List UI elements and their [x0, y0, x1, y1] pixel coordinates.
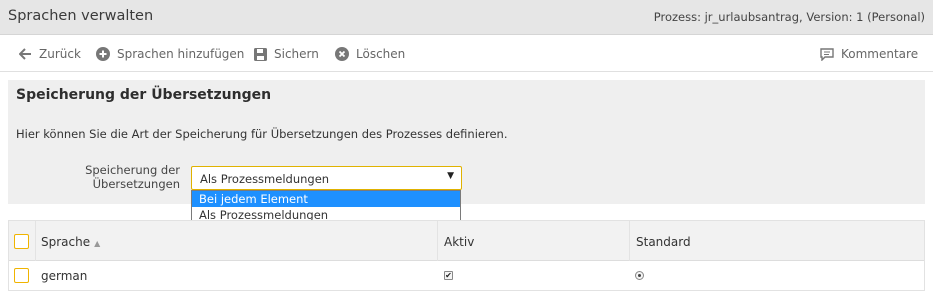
delete-button[interactable]: Löschen [335, 46, 405, 62]
row-language: german [41, 269, 88, 283]
comment-icon [820, 47, 834, 61]
option-bei-jedem-element[interactable]: Bei jedem Element [192, 191, 460, 207]
storage-field-label: Speicherung der Übersetzungen [78, 163, 180, 191]
languages-grid: Sprache ▲ Aktiv Standard german ✔ [8, 220, 925, 291]
floppy-disk-icon [253, 47, 267, 61]
column-active[interactable]: Aktiv [444, 235, 474, 249]
active-checkbox[interactable]: ✔ [444, 271, 453, 280]
page-title: Sprachen verwalten [8, 8, 154, 24]
save-button[interactable]: Sichern [253, 46, 319, 62]
row-checkbox[interactable] [14, 268, 29, 283]
add-languages-button[interactable]: Sprachen hinzufügen [96, 46, 244, 62]
arrow-left-icon [18, 47, 32, 61]
save-label: Sichern [274, 47, 319, 61]
comments-button[interactable]: Kommentare [820, 46, 918, 62]
column-language[interactable]: Sprache ▲ [41, 235, 100, 249]
column-language-label: Sprache [41, 235, 91, 249]
sort-asc-icon: ▲ [94, 239, 101, 248]
default-radio[interactable] [635, 271, 644, 280]
storage-select-value: Als Prozessmeldungen [200, 172, 330, 186]
toolbar: Zurück Sprachen hinzufügen Sichern Lösch… [0, 35, 933, 72]
translation-storage-panel: Speicherung der Übersetzungen Hier könne… [8, 80, 925, 204]
storage-select[interactable]: Als Prozessmeldungen ▼ [191, 166, 462, 190]
comments-label: Kommentare [841, 47, 919, 61]
title-bar: Sprachen verwalten Prozess: jr_urlaubsan… [0, 0, 933, 35]
add-languages-label: Sprachen hinzufügen [117, 47, 245, 61]
panel-description: Hier können Sie die Art der Speicherung … [16, 127, 508, 141]
storage-field-label-line2: Übersetzungen [92, 177, 180, 191]
delete-label: Löschen [356, 47, 406, 61]
back-label: Zurück [39, 47, 81, 61]
column-default[interactable]: Standard [636, 235, 691, 249]
plus-circle-icon [96, 47, 110, 61]
back-button[interactable]: Zurück [18, 46, 81, 62]
grid-header: Sprache ▲ Aktiv Standard [9, 221, 924, 261]
caret-down-icon: ▼ [447, 171, 454, 181]
table-row[interactable]: german ✔ [9, 261, 924, 290]
x-circle-icon [335, 47, 349, 61]
panel-heading: Speicherung der Übersetzungen [16, 87, 272, 103]
storage-field-label-line1: Speicherung der [85, 163, 180, 177]
select-all-checkbox[interactable] [14, 234, 29, 249]
process-info: Prozess: jr_urlaubsantrag, Version: 1 (P… [653, 10, 925, 24]
